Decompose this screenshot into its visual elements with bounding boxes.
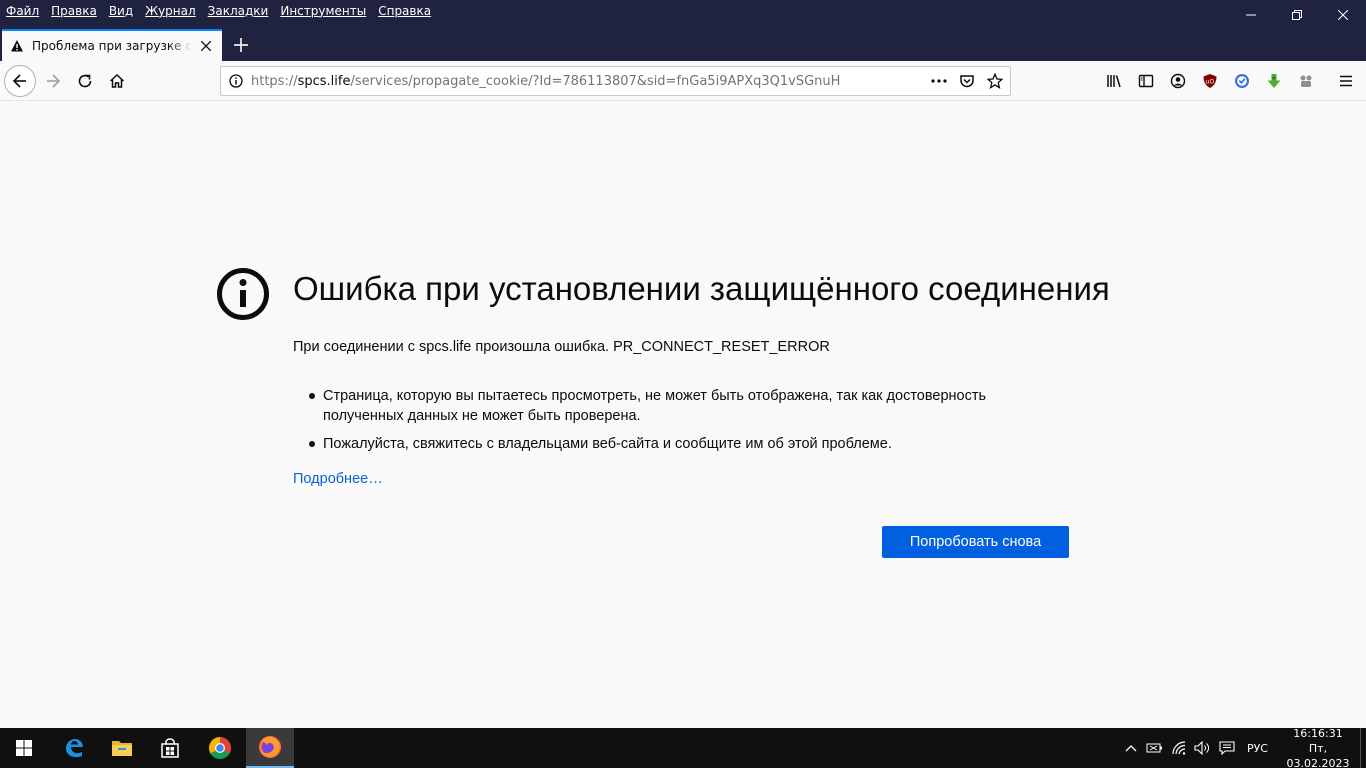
taskbar-edge[interactable]: [50, 728, 98, 768]
hamburger-menu-icon[interactable]: [1330, 65, 1362, 97]
url-scheme: https://: [251, 73, 298, 89]
minimize-button[interactable]: [1228, 0, 1274, 29]
download-helper-icon[interactable]: [1258, 65, 1290, 97]
menu-bar: Файл Правка Вид Журнал Закладки Инструме…: [0, 0, 437, 22]
store-icon: [161, 738, 179, 758]
start-button[interactable]: [0, 728, 48, 768]
menu-history[interactable]: Журнал: [139, 4, 202, 18]
site-info-icon[interactable]: [221, 67, 251, 95]
minimize-icon: [1246, 14, 1256, 15]
taskbar-firefox[interactable]: [246, 728, 294, 768]
taskbar-file-explorer[interactable]: [98, 728, 146, 768]
close-window-button[interactable]: [1320, 0, 1366, 29]
edge-icon: [66, 739, 83, 758]
file-explorer-icon: [112, 741, 132, 756]
menu-file[interactable]: Файл: [0, 4, 45, 18]
action-center-icon[interactable]: [1215, 728, 1239, 768]
chrome-icon: [209, 737, 231, 759]
tab-close-icon[interactable]: [198, 38, 214, 54]
system-tray: РУС 16:16:31 Пт, 03.02.2023: [1119, 726, 1366, 768]
warning-icon: [10, 39, 24, 53]
restore-icon: [1292, 9, 1302, 20]
ublock-origin-icon[interactable]: uO: [1194, 65, 1226, 97]
tab-title: Проблема при загрузке страницы: [32, 39, 192, 53]
tab-active[interactable]: Проблема при загрузке страницы: [2, 29, 222, 61]
try-again-button[interactable]: Попробовать снова: [882, 526, 1069, 558]
window-controls: [1228, 0, 1366, 29]
menu-view[interactable]: Вид: [103, 4, 139, 18]
plus-icon: [234, 38, 248, 52]
pocket-icon[interactable]: [956, 70, 978, 92]
bookmark-star-icon[interactable]: [984, 70, 1006, 92]
reload-button[interactable]: [69, 65, 101, 97]
info-icon: [217, 268, 269, 320]
url-text[interactable]: https://spcs.life/services/propagate_coo…: [251, 74, 928, 89]
forward-button[interactable]: [37, 65, 69, 97]
menu-tools[interactable]: Инструменты: [274, 4, 372, 18]
wifi-icon[interactable]: [1167, 728, 1191, 768]
navigation-toolbar: https://spcs.life/services/propagate_coo…: [0, 61, 1366, 101]
start-icon: [16, 740, 32, 756]
library-icon[interactable]: [1098, 65, 1130, 97]
url-actions: [928, 70, 1010, 92]
taskbar: РУС 16:16:31 Пт, 03.02.2023: [0, 726, 1366, 768]
svg-text:uO: uO: [1206, 79, 1215, 86]
list-item: Страница, которую вы пытаетесь просмотре…: [308, 386, 1048, 426]
list-item: Пожалуйста, свяжитесь с владельцами веб-…: [308, 434, 1048, 454]
taskbar-store[interactable]: [146, 728, 194, 768]
error-details-list: Страница, которую вы пытаетесь просмотре…: [308, 386, 1048, 462]
url-bar[interactable]: https://spcs.life/services/propagate_coo…: [220, 66, 1011, 96]
menu-edit[interactable]: Правка: [45, 4, 103, 18]
chevron-up-icon[interactable]: [1119, 728, 1143, 768]
battery-icon[interactable]: [1143, 728, 1167, 768]
tab-strip: Проблема при загрузке страницы: [0, 29, 1366, 61]
account-icon[interactable]: [1162, 65, 1194, 97]
error-title: Ошибка при установлении защищённого соед…: [293, 270, 1110, 307]
arrow-left-icon: [12, 74, 26, 88]
toolbar-icons: uO: [1098, 65, 1362, 97]
language-indicator[interactable]: РУС: [1239, 742, 1278, 755]
firefox-icon: [259, 736, 281, 758]
taskbar-chrome[interactable]: [196, 728, 244, 768]
new-tab-button[interactable]: [228, 29, 254, 61]
url-host: spcs.life: [297, 73, 351, 89]
extension-puzzle-icon[interactable]: [1290, 65, 1322, 97]
title-bar: Файл Правка Вид Журнал Закладки Инструме…: [0, 0, 1366, 29]
arrow-right-icon: [47, 74, 61, 88]
page-actions-icon[interactable]: [928, 70, 950, 92]
volume-icon[interactable]: [1191, 728, 1215, 768]
url-path: /services/propagate_cookie/?Id=786113807…: [350, 73, 841, 89]
back-button[interactable]: [4, 65, 36, 97]
home-icon: [109, 73, 125, 88]
learn-more-link[interactable]: Подробнее…: [293, 471, 383, 487]
error-page: Ошибка при установлении защищённого соед…: [0, 102, 1366, 728]
extension-check-icon[interactable]: [1226, 65, 1258, 97]
error-description: При соединении с spcs.life произошла оши…: [293, 339, 830, 355]
menu-bookmarks[interactable]: Закладки: [202, 4, 275, 18]
clock-time: 16:16:31: [1293, 726, 1343, 740]
restore-button[interactable]: [1274, 0, 1320, 29]
show-desktop-button[interactable]: [1360, 728, 1366, 768]
reload-icon: [78, 74, 92, 88]
close-icon: [1338, 9, 1348, 20]
menu-help[interactable]: Справка: [372, 4, 437, 18]
clock-date: Пт, 03.02.2023: [1286, 741, 1350, 768]
sidebar-icon[interactable]: [1130, 65, 1162, 97]
home-button[interactable]: [101, 65, 133, 97]
clock[interactable]: 16:16:31 Пт, 03.02.2023: [1278, 726, 1358, 768]
